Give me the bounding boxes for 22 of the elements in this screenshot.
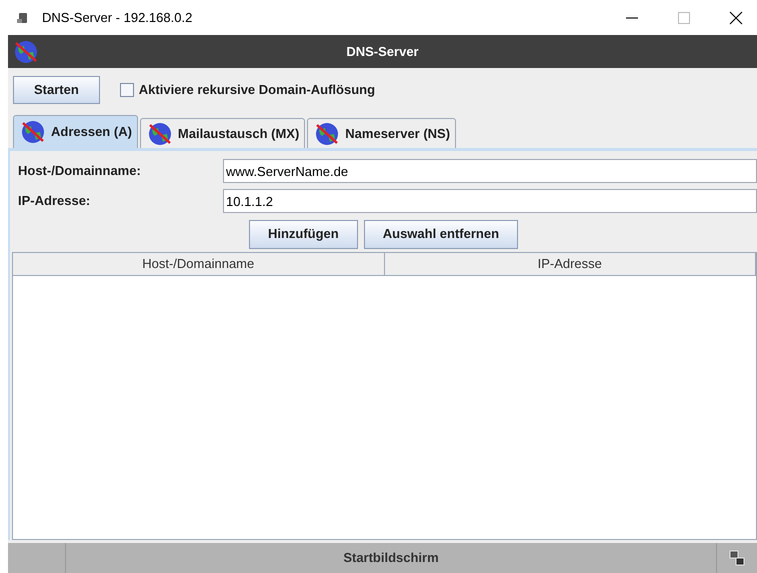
server-icon xyxy=(16,10,30,24)
input-field[interactable]: 10.1.1.2 xyxy=(223,189,757,213)
column-header[interactable]: Host-/Domainname xyxy=(13,253,384,276)
globe-icon xyxy=(12,40,40,64)
windows-icon[interactable] xyxy=(729,550,745,566)
tab[interactable]: Mailaustausch (MX) xyxy=(140,118,306,148)
status-title: Startbildschirm xyxy=(66,543,717,573)
window-title: DNS-Server - 192.168.0.2 xyxy=(42,8,192,27)
tab[interactable]: Adressen (A) xyxy=(13,115,138,148)
field-label: IP-Adresse: xyxy=(18,192,92,210)
checkbox[interactable] xyxy=(120,83,134,97)
input-field[interactable]: www.ServerName.de xyxy=(223,159,757,183)
start-button[interactable]: Starten xyxy=(13,76,100,104)
checkbox-label: Aktiviere rekursive Domain-Auflösung xyxy=(138,81,376,100)
column-header[interactable]: IP-Adresse xyxy=(384,253,756,276)
globe-icon xyxy=(19,120,47,144)
form-button[interactable]: Hinzufügen xyxy=(248,220,358,248)
tab[interactable]: Nameserver (NS) xyxy=(307,118,456,148)
header-title: DNS-Server xyxy=(346,42,419,61)
form-button[interactable]: Auswahl entfernen xyxy=(364,220,518,248)
field-label: Host-/Domainname: xyxy=(18,162,142,180)
close-icon[interactable] xyxy=(729,10,743,24)
